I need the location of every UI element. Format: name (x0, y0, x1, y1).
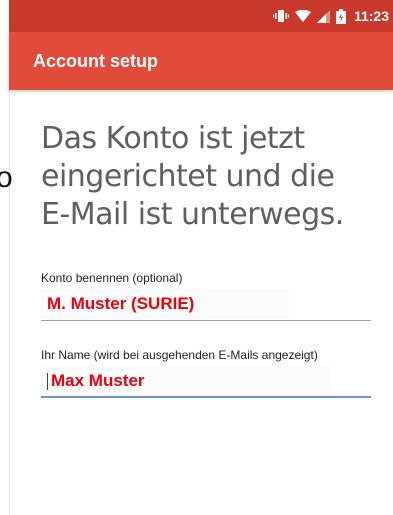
account-setup-screen: o 11:23 Account setup Das Konto ist jetz… (0, 0, 393, 515)
signal-icon (316, 9, 330, 23)
background-page-glyph: o (0, 161, 13, 194)
setup-complete-headline: Das Konto ist jetzt eingerichtet und die… (41, 121, 344, 232)
account-name-input[interactable]: M. Muster (SURIE) (41, 289, 371, 325)
your-name-underline (41, 396, 371, 398)
account-name-label: Konto benennen (optional) (41, 271, 183, 285)
account-name-underline (41, 320, 371, 321)
account-name-field: Konto benennen (optional) M. Muster (SUR… (41, 271, 371, 325)
status-time: 11:23 (353, 8, 389, 24)
your-name-value: Max Muster (51, 371, 145, 390)
vibrate-icon (272, 9, 289, 23)
account-name-value[interactable]: M. Muster (SURIE) (41, 289, 289, 319)
your-name-input[interactable]: Max Muster (41, 366, 371, 402)
your-name-input-box[interactable]: Max Muster (41, 366, 331, 396)
your-name-field: Ihr Name (wird bei ausgehenden E-Mails a… (41, 348, 371, 402)
battery-icon (335, 8, 346, 24)
your-name-label: Ihr Name (wird bei ausgehenden E-Mails a… (41, 348, 318, 362)
wifi-icon (294, 9, 311, 23)
main-content: Das Konto ist jetzt eingerichtet und die… (9, 90, 393, 515)
status-bar: 11:23 (9, 0, 393, 32)
app-bar: Account setup (9, 32, 393, 90)
app-bar-title: Account setup (33, 50, 159, 71)
text-cursor (47, 372, 48, 390)
